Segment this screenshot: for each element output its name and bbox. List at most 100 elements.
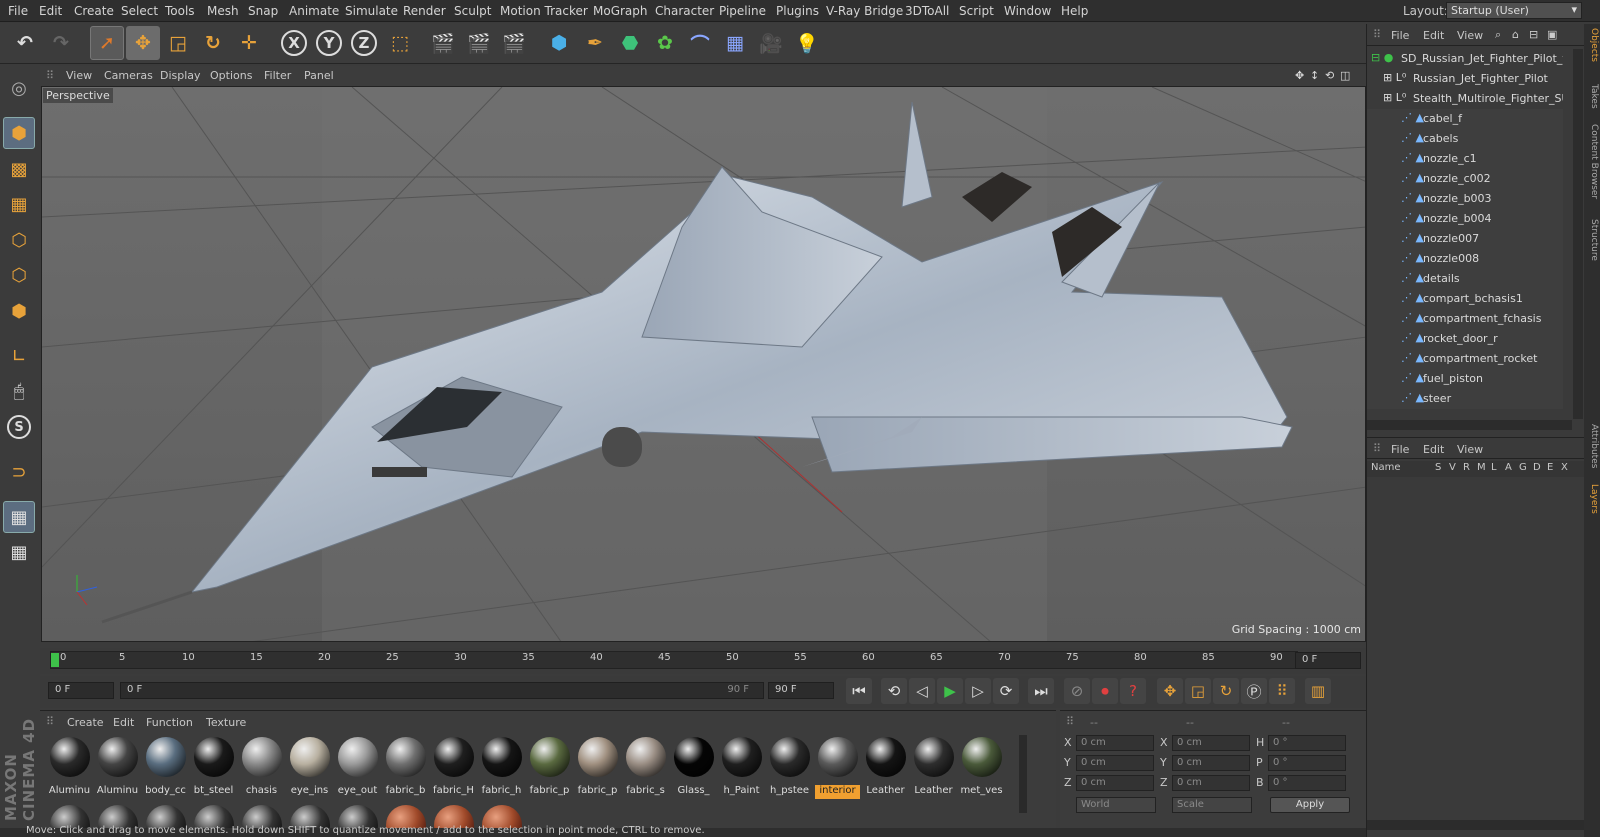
tab-layers[interactable]: Layers: [1585, 484, 1599, 514]
object-tree-item[interactable]: ⋰ ▲ nozzle008: [1367, 249, 1563, 269]
viewport-menu-display[interactable]: Display: [160, 69, 201, 82]
object-root-item[interactable]: ⊟ ● SD_Russian_Jet_Fighter_Pilot_tu: [1367, 49, 1563, 69]
object-tree-item[interactable]: ⋰ ▲ compart_bchasis1: [1367, 289, 1563, 309]
next-key-button[interactable]: ⟳: [993, 678, 1019, 704]
apply-button[interactable]: Apply: [1270, 797, 1350, 813]
key-position-button[interactable]: ✥: [1157, 678, 1183, 704]
floor-button[interactable]: ▦: [718, 26, 752, 60]
viewport-toggle-icon[interactable]: ◫: [1340, 69, 1350, 82]
coordinate-mode-dropdown[interactable]: World: [1076, 797, 1156, 813]
object-tree-item[interactable]: ⋰ ▲ details: [1367, 269, 1563, 289]
layers-menu-view[interactable]: View: [1457, 443, 1483, 456]
menu-pipeline[interactable]: Pipeline: [719, 4, 766, 18]
objects-menu-view[interactable]: View: [1457, 29, 1483, 42]
transform-tool-button[interactable]: ✛: [232, 26, 266, 60]
material-swatch[interactable]: fabric_p: [527, 735, 572, 799]
make-editable-button[interactable]: ◎: [3, 72, 35, 104]
object-tree-item[interactable]: ⋰ ▲ nozzle_b003: [1367, 189, 1563, 209]
object-tree-scrollbar[interactable]: [1573, 49, 1583, 419]
material-swatch[interactable]: met_ves: [959, 735, 1004, 799]
material-swatch[interactable]: chasis: [239, 735, 284, 799]
object-tree-item[interactable]: ⋰ ▲ nozzle_b004: [1367, 209, 1563, 229]
size-z-field[interactable]: 0 cm: [1172, 775, 1250, 791]
autokey-button[interactable]: ?: [1120, 678, 1146, 704]
menu-tools[interactable]: Tools: [165, 4, 195, 18]
material-swatch[interactable]: Leather: [863, 735, 908, 799]
material-swatch[interactable]: interior: [815, 735, 860, 799]
menu-render[interactable]: Render: [403, 4, 446, 18]
undo-button[interactable]: ↶: [8, 26, 42, 60]
search-icon[interactable]: ⌕: [1495, 28, 1501, 42]
key-pla-button[interactable]: ⠿: [1269, 678, 1295, 704]
filter-icon[interactable]: ⊟: [1529, 28, 1538, 41]
material-swatch[interactable]: fabric_h: [479, 735, 524, 799]
next-frame-button[interactable]: ▷: [965, 678, 991, 704]
viewport-menu-view[interactable]: View: [66, 69, 92, 82]
object-tree-horizontal-scrollbar[interactable]: [1367, 420, 1572, 430]
object-tree-item[interactable]: ⋰ ▲ cabel_f: [1367, 109, 1563, 129]
object-tree-item[interactable]: ⊞ L⁰ Stealth_Multirole_Fighter_SU_: [1367, 89, 1563, 109]
redo-button[interactable]: ↷: [44, 26, 78, 60]
menu-vray-bridge[interactable]: V-Ray Bridge: [826, 4, 903, 18]
tweak-mode-button[interactable]: 🖱: [3, 375, 35, 407]
play-button[interactable]: ▶: [937, 678, 963, 704]
rotation-h-field[interactable]: 0 °: [1268, 735, 1346, 751]
material-swatch[interactable]: bt_steel: [191, 735, 236, 799]
size-x-field[interactable]: 0 cm: [1172, 735, 1250, 751]
points-mode-button[interactable]: ⬡: [3, 224, 35, 256]
object-tree-item[interactable]: ⊞ L⁰ Russian_Jet_Fighter_Pilot: [1367, 69, 1563, 89]
key-parameter-button[interactable]: Ⓟ: [1241, 678, 1267, 704]
render-settings-button[interactable]: 🎬: [497, 26, 531, 60]
tab-content-browser[interactable]: Content Browser: [1585, 124, 1599, 199]
layer-horizontal-scrollbar[interactable]: [1367, 820, 1585, 830]
material-scrollbar[interactable]: [1019, 735, 1027, 813]
object-tree-item[interactable]: ⋰ ▲ steer: [1367, 389, 1563, 409]
solo-button[interactable]: S: [3, 411, 35, 443]
live-selection-button[interactable]: ➚: [90, 26, 124, 60]
material-swatch[interactable]: fabric_s: [623, 735, 668, 799]
objects-menu-edit[interactable]: Edit: [1423, 29, 1444, 42]
menu-select[interactable]: Select: [121, 4, 158, 18]
home-icon[interactable]: ⌂: [1512, 28, 1519, 41]
viewport-dolly-icon[interactable]: ↕: [1310, 69, 1319, 82]
layers-menu-file[interactable]: File: [1391, 443, 1409, 456]
scale-tool-button[interactable]: ◲: [161, 26, 195, 60]
material-swatch[interactable]: Glass_: [671, 735, 716, 799]
render-view-button[interactable]: 🎬: [426, 26, 460, 60]
menu-simulate[interactable]: Simulate: [345, 4, 398, 18]
snap-button[interactable]: ⊃: [3, 456, 35, 488]
model-mode-button[interactable]: ⬢: [3, 117, 35, 149]
material-menu-function[interactable]: Function: [146, 716, 193, 729]
material-swatch[interactable]: Aluminu: [95, 735, 140, 799]
material-swatch[interactable]: fabric_H: [431, 735, 476, 799]
layers-menu-edit[interactable]: Edit: [1423, 443, 1444, 456]
viewport-pan-icon[interactable]: ✥: [1295, 69, 1304, 82]
workplane-lock-button[interactable]: ▦: [3, 501, 35, 533]
camera-button[interactable]: 🎥: [754, 26, 788, 60]
current-frame-field[interactable]: 0 F: [1295, 652, 1361, 669]
menu-character[interactable]: Character: [655, 4, 714, 18]
object-tree-item[interactable]: ⋰ ▲ nozzle_c002: [1367, 169, 1563, 189]
timeline-ruler[interactable]: 0 5 10 15 20 25 30 35 40 45 50 55 60 65 …: [40, 648, 1367, 674]
material-swatch[interactable]: fabric_p: [575, 735, 620, 799]
rotation-p-field[interactable]: 0 °: [1268, 755, 1346, 771]
material-menu-create[interactable]: Create: [67, 716, 104, 729]
menu-mograph[interactable]: MoGraph: [593, 4, 648, 18]
start-frame-field[interactable]: 0 F: [48, 682, 114, 699]
axis-mode-button[interactable]: ∟: [3, 340, 35, 372]
object-tree-item[interactable]: ⋰ ▲ compartment_fchasis: [1367, 309, 1563, 329]
menu-edit[interactable]: Edit: [39, 4, 62, 18]
add-cube-button[interactable]: ⬢: [542, 26, 576, 60]
object-tree-item[interactable]: ⋰ ▲ nozzle_c1: [1367, 149, 1563, 169]
viewport-rotate-icon[interactable]: ⟲: [1325, 69, 1334, 82]
material-swatch[interactable]: body_cc: [143, 735, 188, 799]
material-menu-texture[interactable]: Texture: [206, 716, 246, 729]
objects-menu-file[interactable]: File: [1391, 29, 1409, 42]
object-tree-item[interactable]: ⋰ ▲ cabels: [1367, 129, 1563, 149]
material-menu-edit[interactable]: Edit: [113, 716, 134, 729]
material-swatch[interactable]: h_pstee: [767, 735, 812, 799]
viewport-menu-cameras[interactable]: Cameras: [104, 69, 153, 82]
material-swatch[interactable]: eye_out: [335, 735, 380, 799]
material-swatch[interactable]: h_Paint: [719, 735, 764, 799]
position-z-field[interactable]: 0 cm: [1076, 775, 1154, 791]
